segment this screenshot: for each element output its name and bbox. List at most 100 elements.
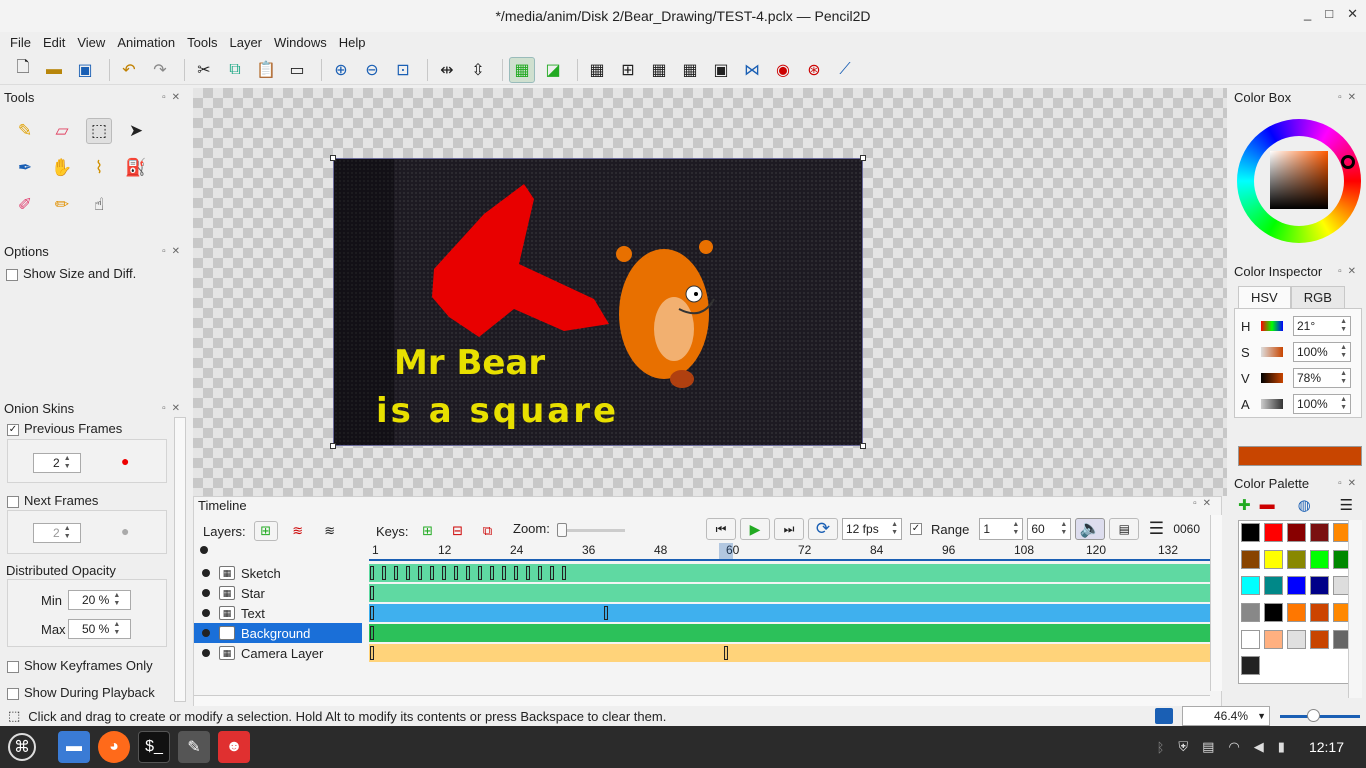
previous-frames-stepper[interactable]: 2 ▲ ▼ [33, 453, 81, 473]
zoom-slider-knob[interactable] [1307, 709, 1320, 722]
loop-icon[interactable]: ⟳ [808, 518, 838, 540]
dock-controls[interactable]: ▫✕ [162, 246, 186, 257]
keyframe[interactable] [538, 566, 542, 580]
layer-track[interactable] [369, 584, 1210, 602]
timeline-menu-icon[interactable]: ☰ [1143, 518, 1169, 540]
clear-frame-icon[interactable]: ▭ [284, 57, 310, 83]
zoom-slider-track[interactable] [1280, 715, 1360, 718]
palette-swatch[interactable] [1310, 576, 1329, 596]
tab-hsv[interactable]: HSV [1238, 286, 1291, 308]
copy-icon[interactable]: ⧉ [222, 57, 248, 83]
timeline-vscrollbar[interactable] [1210, 515, 1222, 691]
saturation-value-square[interactable] [1270, 151, 1328, 209]
camera-path-icon[interactable]: ⊛ [801, 57, 827, 83]
keyframe[interactable] [370, 606, 374, 620]
files-icon[interactable]: ▬ [58, 731, 90, 763]
flip-vertical-icon[interactable]: ⇳ [465, 57, 491, 83]
palette-swatch[interactable] [1264, 523, 1283, 542]
show-keyframes-only-checkbox[interactable]: Show Keyframes Only [7, 658, 153, 673]
eyedropper-tool-icon[interactable]: ✐ [12, 192, 38, 218]
onion-scrollbar[interactable] [174, 417, 186, 702]
layer-track[interactable] [369, 564, 1210, 582]
palette-swatch[interactable] [1287, 549, 1306, 569]
selection-handle-tr[interactable] [860, 155, 866, 161]
onion-red-bulb-icon[interactable]: ● [121, 453, 129, 469]
center-icon[interactable]: ⊞ [615, 57, 641, 83]
hue-slider-icon[interactable] [1261, 321, 1283, 331]
redo-icon[interactable]: ↷ [147, 57, 173, 83]
palette-swatch[interactable] [1310, 523, 1329, 542]
layer-visibility-dot[interactable] [202, 569, 210, 577]
paste-icon[interactable]: 📋 [253, 57, 279, 83]
zoom-out-icon[interactable]: ⊖ [359, 57, 385, 83]
pen-tool-icon[interactable]: ✒ [12, 155, 38, 181]
keyframe[interactable] [370, 586, 374, 600]
palette-swatch[interactable] [1241, 656, 1260, 676]
golden-ratio-icon[interactable]: ▦ [677, 57, 703, 83]
keyframe[interactable] [562, 566, 566, 580]
layer-track[interactable] [369, 624, 1210, 642]
pencil-tool-icon[interactable]: ✎ [12, 118, 38, 144]
dock-controls[interactable]: ▫✕ [162, 403, 186, 414]
palette-globe-icon[interactable]: ◍ [1298, 496, 1311, 514]
save-icon[interactable]: ▣ [72, 57, 98, 83]
zoom-slider-handle[interactable] [557, 523, 567, 537]
thirds-icon[interactable]: ▦ [646, 57, 672, 83]
maximize-button[interactable]: □ [1325, 6, 1333, 22]
palette-swatch[interactable] [1264, 629, 1283, 649]
dock-controls[interactable]: ▫✕ [1193, 498, 1217, 513]
keyframe[interactable] [526, 566, 530, 580]
pointer-tool-icon[interactable]: ➤ [123, 118, 149, 144]
onion-grey-bulb-icon[interactable]: ● [121, 523, 129, 539]
selection-handle-br[interactable] [860, 443, 866, 449]
palette-swatch[interactable] [1310, 602, 1329, 622]
sound-scrub-icon[interactable]: ▤ [1109, 518, 1140, 540]
palette-swatch[interactable] [1287, 523, 1306, 542]
keyframe[interactable] [418, 566, 422, 580]
keyframe[interactable] [454, 566, 458, 580]
selection-handle-tl[interactable] [330, 155, 336, 161]
palette-swatch[interactable] [1264, 602, 1283, 622]
keyframe[interactable] [430, 566, 434, 580]
keyframe[interactable] [724, 646, 728, 660]
frame-ruler[interactable]: 1 12 24 36 48 60 72 84 96 108 120 132 [369, 543, 1210, 561]
alpha-slider-icon[interactable] [1261, 399, 1283, 409]
keyframe[interactable] [370, 626, 374, 640]
clock[interactable]: 12:17 [1309, 739, 1344, 755]
palette-swatch[interactable] [1264, 549, 1283, 569]
sound-icon[interactable]: 🔈 [1075, 518, 1106, 540]
clipboard-icon[interactable]: ▤ [1202, 739, 1214, 755]
keyframe[interactable] [442, 566, 446, 580]
open-folder-icon[interactable]: ▬ [41, 57, 67, 83]
minimize-button[interactable]: _ [1304, 6, 1311, 22]
menu-file[interactable]: File [4, 35, 37, 50]
value-slider-icon[interactable] [1261, 373, 1283, 383]
layer-row[interactable]: ▦ Text [194, 603, 362, 623]
range-start-field[interactable]: 1 ▲ ▼ [979, 518, 1024, 540]
remove-layer-icon[interactable]: ≋ [286, 521, 310, 541]
zoom-dropdown[interactable]: 46.4% ▼ [1182, 706, 1270, 726]
value-value-field[interactable]: 78% ▲ ▼ [1293, 368, 1351, 388]
select-tool-icon[interactable]: ⬚ [86, 118, 112, 144]
zoom-in-icon[interactable]: ⊕ [328, 57, 354, 83]
show-size-checkbox[interactable]: Show Size and Diff. [0, 260, 190, 281]
duplicate-layer-icon[interactable]: ≋ [318, 521, 342, 541]
layer-visibility-dot[interactable] [202, 649, 210, 657]
palette-swatch[interactable] [1241, 523, 1260, 542]
smudge-tool-icon[interactable]: ☝ [86, 192, 112, 218]
keyframe[interactable] [370, 646, 374, 660]
saturation-value-field[interactable]: 100% ▲ ▼ [1293, 342, 1351, 362]
palette-swatch[interactable] [1287, 576, 1306, 596]
shield-icon[interactable]: ⛨ [1178, 739, 1188, 755]
pencil2d-icon[interactable]: ✎ [178, 731, 210, 763]
dock-controls[interactable]: ▫✕ [162, 92, 186, 103]
layer-visibility-dot[interactable] [202, 609, 210, 617]
palette-swatch[interactable] [1241, 602, 1260, 622]
palette-scrollbar[interactable] [1348, 520, 1362, 698]
palette-swatch[interactable] [1287, 629, 1306, 649]
keyframe[interactable] [502, 566, 506, 580]
keyframe[interactable] [394, 566, 398, 580]
grid-icon[interactable]: ▦ [584, 57, 610, 83]
hand-tool-icon[interactable]: ✋ [49, 155, 75, 181]
keyframe[interactable] [490, 566, 494, 580]
